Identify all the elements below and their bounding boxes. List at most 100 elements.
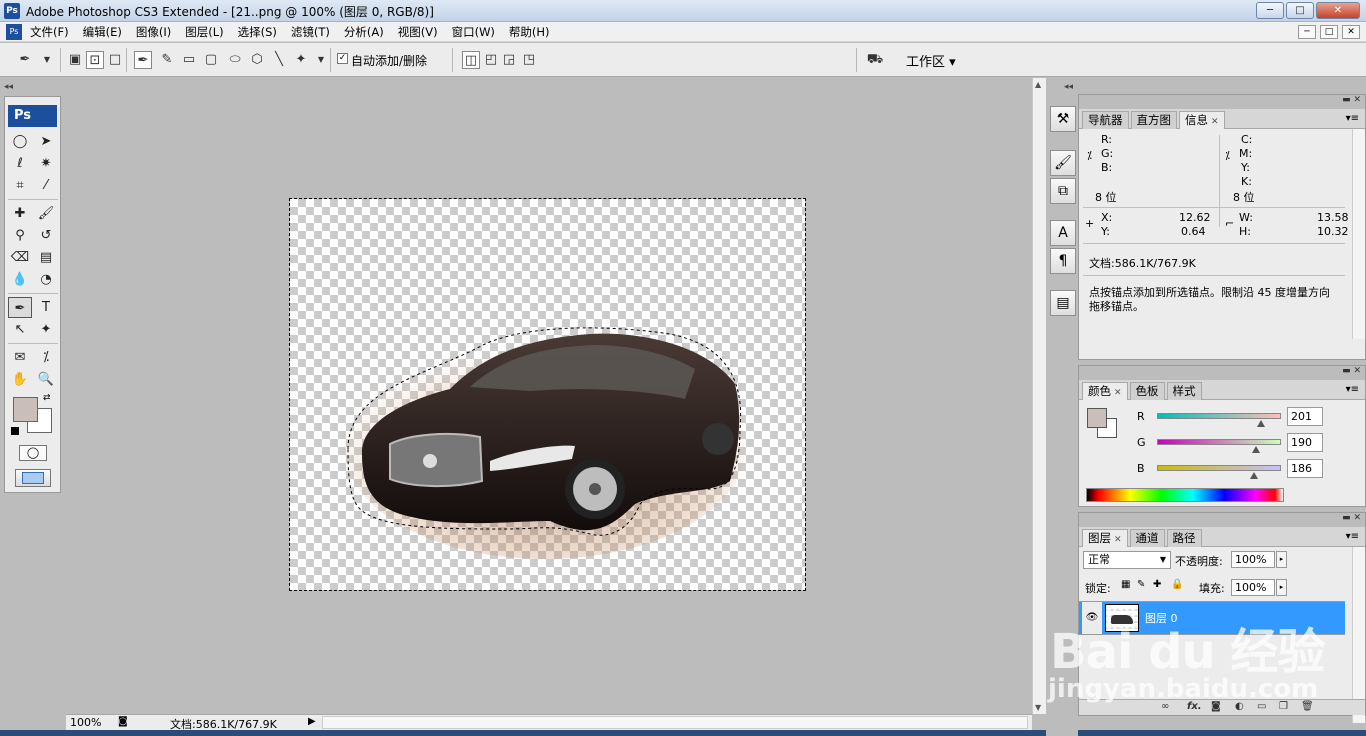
- type-tool-icon[interactable]: T: [34, 297, 58, 318]
- notes-tool-icon[interactable]: ✉: [8, 347, 32, 368]
- slider-b-thumb[interactable]: [1250, 472, 1258, 479]
- scroll-up-icon[interactable]: ▲: [1035, 80, 1041, 89]
- dodge-tool-icon[interactable]: ◔: [34, 269, 58, 290]
- close-tab-icon[interactable]: ✕: [1114, 388, 1122, 398]
- brushes-icon[interactable]: 🖌: [1050, 150, 1076, 176]
- panel-menu-icon[interactable]: ▾≡: [1346, 384, 1359, 395]
- maximize-button[interactable]: □: [1286, 2, 1314, 19]
- menu-item[interactable]: 窗口(W): [452, 24, 495, 40]
- path-intersect-icon[interactable]: ◲: [500, 51, 518, 69]
- panel-controls-icon[interactable]: ▬ ✕: [1342, 95, 1361, 105]
- lasso-tool-icon[interactable]: ℓ: [8, 153, 32, 174]
- shape-dropdown-icon[interactable]: ▼: [312, 51, 330, 69]
- tab-histogram[interactable]: 直方图: [1130, 111, 1177, 129]
- doc-restore-button[interactable]: □: [1320, 25, 1338, 39]
- hand-tool-icon[interactable]: ✋: [8, 369, 32, 390]
- status-icon[interactable]: ◙: [118, 716, 128, 727]
- screen-mode-button[interactable]: [15, 469, 51, 487]
- canvas-vertical-scrollbar[interactable]: ▲ ▼: [1032, 78, 1046, 714]
- menu-item[interactable]: 图像(I): [136, 24, 171, 40]
- zoom-tool-icon[interactable]: 🔍: [34, 369, 58, 390]
- layers-scrollbar[interactable]: [1352, 547, 1365, 723]
- menu-item[interactable]: 帮助(H): [509, 24, 550, 40]
- color-panel-fg-swatch[interactable]: [1087, 408, 1107, 428]
- info-scrollbar[interactable]: [1352, 129, 1365, 339]
- slider-g-value[interactable]: 190: [1287, 433, 1323, 452]
- slider-g-track[interactable]: [1157, 439, 1281, 445]
- quick-mask-icon[interactable]: ◯: [19, 445, 47, 461]
- foreground-color-swatch[interactable]: [13, 397, 38, 422]
- slider-r-thumb[interactable]: [1257, 420, 1265, 427]
- custom-shape-tool-icon[interactable]: ✦: [34, 319, 58, 340]
- pen-tool-icon[interactable]: ✒: [16, 51, 34, 69]
- fill-pixels-icon[interactable]: □: [106, 51, 124, 69]
- opacity-stepper[interactable]: ▸: [1276, 551, 1287, 568]
- lock-position-icon[interactable]: ✚: [1153, 579, 1161, 590]
- minimize-button[interactable]: ─: [1256, 2, 1284, 19]
- healing-brush-tool-icon[interactable]: ✚: [8, 203, 32, 224]
- menu-item[interactable]: 编辑(E): [83, 24, 122, 40]
- menu-item[interactable]: 图层(L): [185, 24, 223, 40]
- tab-styles[interactable]: 样式: [1166, 382, 1202, 400]
- panel-controls-icon[interactable]: ▬ ✕: [1342, 366, 1361, 376]
- document-canvas[interactable]: [289, 198, 806, 591]
- freeform-pen-icon[interactable]: ✎: [158, 51, 176, 69]
- layer-comps-icon[interactable]: ▤: [1050, 290, 1076, 316]
- fill-input[interactable]: 100%: [1231, 579, 1275, 596]
- default-colors-icon[interactable]: [11, 427, 19, 435]
- close-button[interactable]: ✕: [1316, 2, 1360, 19]
- crop-tool-icon[interactable]: ⌗: [8, 175, 32, 196]
- character-icon[interactable]: A: [1050, 220, 1076, 246]
- toolbox-header[interactable]: Ps: [8, 105, 57, 127]
- bridge-icon[interactable]: ⛟: [866, 51, 884, 69]
- path-selection-tool-icon[interactable]: ↖: [8, 319, 32, 340]
- swap-colors-icon[interactable]: ⇄: [43, 393, 51, 403]
- color-spectrum-bar[interactable]: [1086, 488, 1284, 502]
- collapse-dock-icon[interactable]: ◂◂: [1064, 82, 1073, 92]
- lock-pixels-icon[interactable]: ✎: [1137, 579, 1145, 590]
- slider-b-value[interactable]: 186: [1287, 459, 1323, 478]
- history-brush-tool-icon[interactable]: ↺: [34, 225, 58, 246]
- tool-preset-dropdown-icon[interactable]: ▼: [38, 51, 56, 69]
- slider-b-track[interactable]: [1157, 465, 1281, 471]
- collapse-toolbox-icon[interactable]: ◂◂: [4, 82, 13, 92]
- eyedropper-tool-icon[interactable]: ⁒: [34, 347, 58, 368]
- rectangle-shape-icon[interactable]: ▭: [180, 51, 198, 69]
- pen-mode-icon[interactable]: ✒: [134, 51, 152, 69]
- tools-preset-icon[interactable]: ⚒: [1050, 106, 1076, 132]
- workspace-menu[interactable]: 工作区 ▾: [906, 51, 956, 70]
- slider-r-value[interactable]: 201: [1287, 407, 1323, 426]
- scroll-down-icon[interactable]: ▼: [1035, 703, 1041, 712]
- menu-item[interactable]: 文件(F): [30, 24, 69, 40]
- path-add-icon[interactable]: ◫: [462, 51, 480, 69]
- rounded-rectangle-icon[interactable]: ▢: [202, 51, 220, 69]
- tab-channels[interactable]: 通道: [1129, 529, 1165, 547]
- canvas-horizontal-scrollbar[interactable]: [322, 716, 1028, 729]
- doc-close-button[interactable]: ✕: [1342, 25, 1360, 39]
- opacity-input[interactable]: 100%: [1231, 551, 1275, 568]
- eraser-tool-icon[interactable]: ⌫: [8, 247, 32, 268]
- tab-layers[interactable]: 图层 ✕: [1082, 529, 1128, 547]
- auto-add-delete-checkbox[interactable]: ✓: [337, 53, 348, 64]
- slider-g-thumb[interactable]: [1252, 446, 1260, 453]
- paths-mode-icon[interactable]: ⊡: [86, 51, 104, 69]
- paragraph-icon[interactable]: ¶: [1050, 248, 1076, 274]
- tab-paths[interactable]: 路径: [1166, 529, 1202, 547]
- shape-layers-icon[interactable]: ▣: [66, 51, 84, 69]
- tab-info[interactable]: 信息 ✕: [1179, 111, 1225, 129]
- clone-stamp-tool-icon[interactable]: ⚲: [8, 225, 32, 246]
- fill-stepper[interactable]: ▸: [1276, 579, 1287, 596]
- move-tool-icon[interactable]: ➤: [34, 131, 58, 152]
- doc-minimize-button[interactable]: ─: [1298, 25, 1316, 39]
- panel-menu-icon[interactable]: ▾≡: [1346, 113, 1359, 124]
- slider-r-track[interactable]: [1157, 413, 1281, 419]
- document-icon[interactable]: Ps: [6, 24, 22, 40]
- lock-transparency-icon[interactable]: ▦: [1121, 579, 1130, 590]
- tab-navigator[interactable]: 导航器: [1082, 111, 1129, 129]
- lock-all-icon[interactable]: 🔒: [1171, 579, 1183, 590]
- gradient-tool-icon[interactable]: ▤: [34, 247, 58, 268]
- menu-item[interactable]: 选择(S): [238, 24, 277, 40]
- zoom-level[interactable]: 100%: [70, 716, 101, 729]
- clone-source-icon[interactable]: ⧉: [1050, 178, 1076, 204]
- close-tab-icon[interactable]: ✕: [1114, 535, 1122, 545]
